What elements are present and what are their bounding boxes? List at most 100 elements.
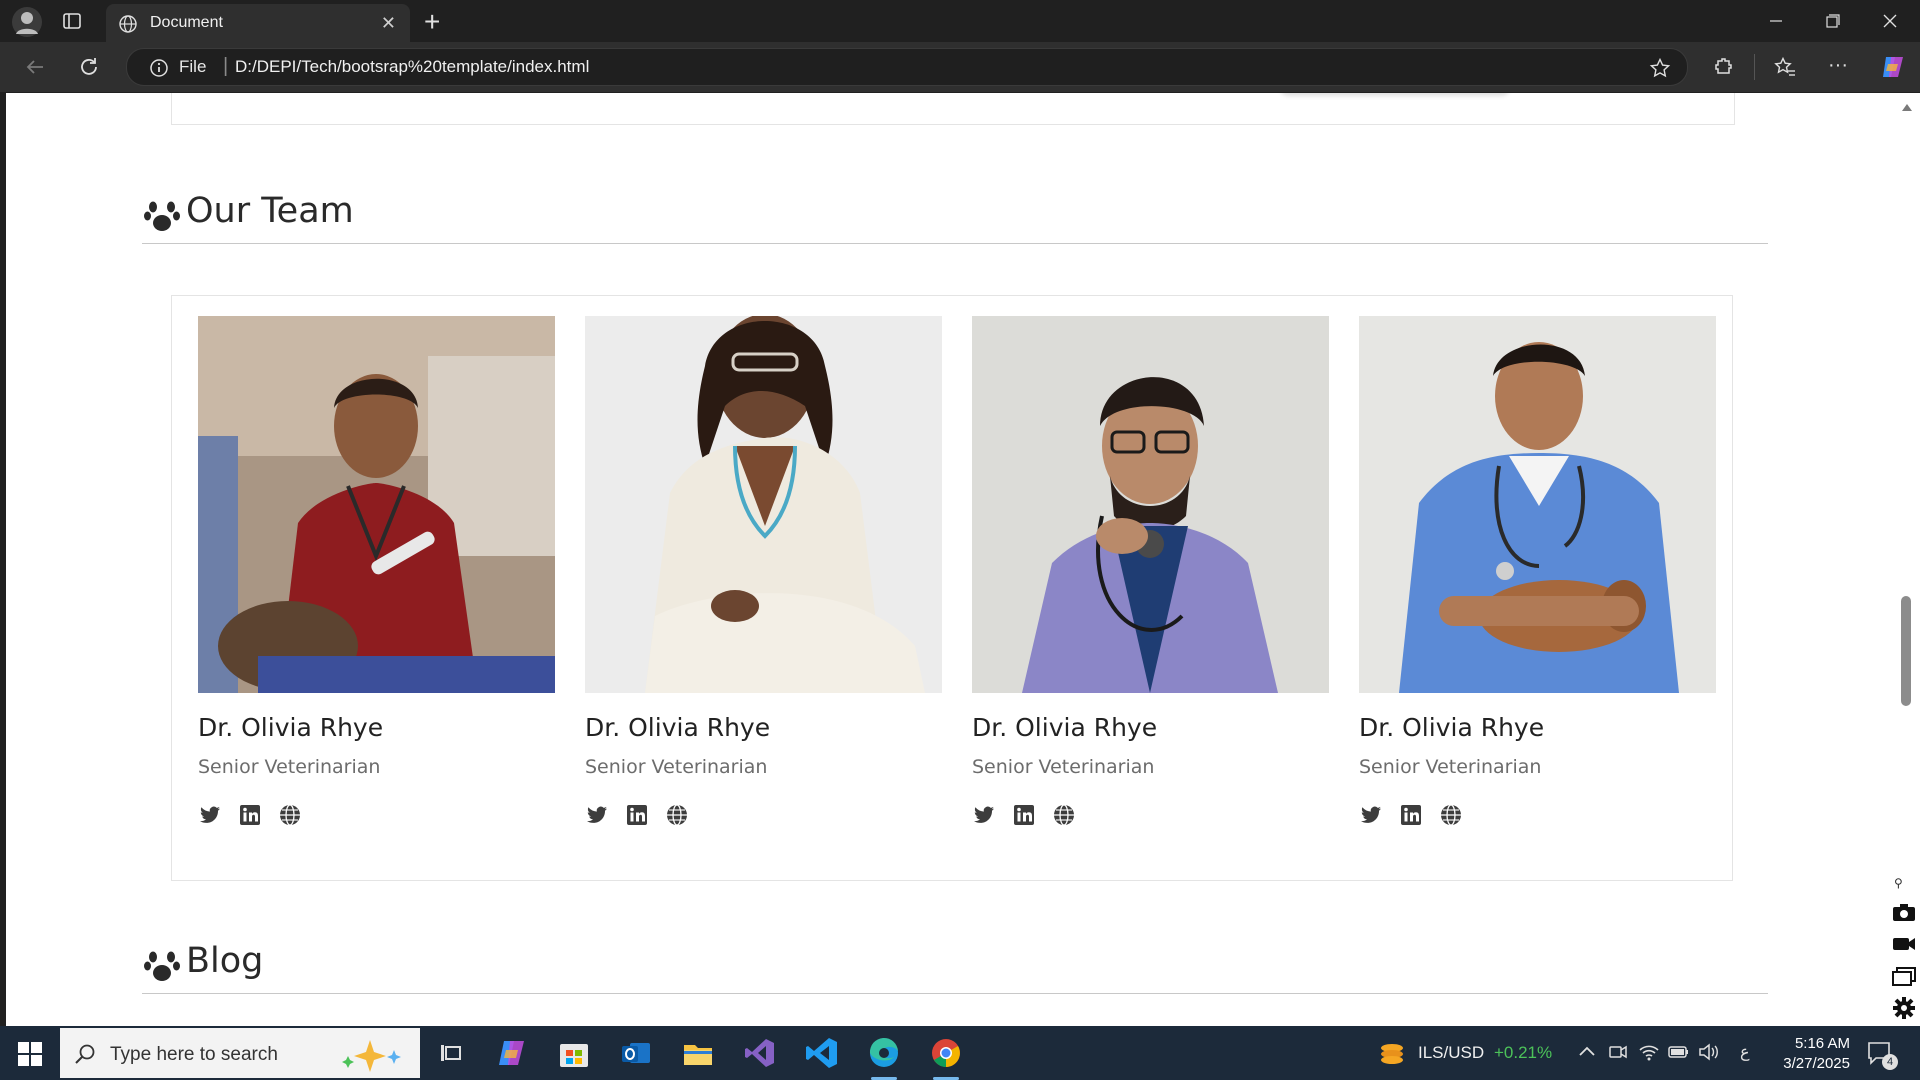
toolbar-divider — [1754, 54, 1755, 80]
input-language-indicator[interactable]: ع — [1740, 1042, 1750, 1062]
pin-icon[interactable]: ⚲ — [1894, 876, 1903, 890]
windows-taskbar: Type here to search ILS/USD +0.21% ع 5:1… — [0, 1026, 1920, 1080]
team-member-card: Dr. Olivia Rhye Senior Veterinarian — [585, 316, 942, 826]
new-tab-button[interactable]: + — [424, 8, 440, 36]
team-section-title: Our Team — [186, 191, 354, 231]
chevron-up-icon[interactable] — [1578, 1044, 1596, 1063]
volume-icon[interactable] — [1698, 1042, 1720, 1067]
url-text[interactable]: D:/DEPI/Tech/bootsrap%20template/index.h… — [235, 57, 589, 77]
tab-actions-icon[interactable] — [62, 11, 82, 31]
social-links — [1359, 803, 1479, 831]
twitter-icon[interactable] — [972, 803, 996, 832]
url-separator: | — [223, 55, 229, 77]
member-name: Dr. Olivia Rhye — [198, 713, 384, 742]
scroll-up-arrow-icon[interactable] — [1901, 99, 1913, 117]
previous-section-card — [171, 93, 1735, 125]
browser-title-bar: Document ✕ + — [0, 0, 1920, 42]
info-icon[interactable] — [149, 58, 169, 83]
scrollbar-thumb[interactable] — [1901, 596, 1911, 706]
team-container: Dr. Olivia Rhye Senior Veterinarian Dr. … — [171, 295, 1733, 881]
twitter-icon[interactable] — [198, 803, 222, 832]
paw-icon — [144, 949, 180, 988]
linkedin-icon[interactable] — [238, 803, 262, 832]
social-links — [972, 803, 1092, 831]
capture-toolbar: ⚲ — [1888, 872, 1920, 1032]
linkedin-icon[interactable] — [1399, 803, 1423, 832]
globe-icon[interactable] — [665, 803, 689, 832]
video-icon[interactable] — [1892, 934, 1916, 959]
taskbar-search-box[interactable]: Type here to search — [60, 1028, 420, 1078]
member-role: Senior Veterinarian — [585, 756, 768, 778]
camera-icon[interactable] — [1892, 902, 1916, 927]
refresh-icon[interactable] — [78, 56, 100, 83]
linkedin-icon[interactable] — [625, 803, 649, 832]
globe-icon[interactable] — [1052, 803, 1076, 832]
globe-icon[interactable] — [1439, 803, 1463, 832]
windows-icon[interactable] — [1892, 966, 1916, 991]
extensions-icon[interactable] — [1712, 56, 1734, 83]
blog-section-title: Blog — [186, 941, 264, 981]
globe-icon — [118, 14, 138, 39]
gear-icon[interactable] — [1892, 996, 1916, 1025]
member-role: Senior Veterinarian — [972, 756, 1155, 778]
twitter-icon[interactable] — [1359, 803, 1383, 832]
windows-start-icon[interactable] — [18, 1042, 42, 1071]
member-role: Senior Veterinarian — [1359, 756, 1542, 778]
member-photo — [972, 316, 1329, 693]
currency-widget-icon[interactable] — [1378, 1040, 1406, 1073]
member-role: Senior Veterinarian — [198, 756, 381, 778]
visual-studio-icon[interactable] — [742, 1035, 778, 1071]
file-explorer-icon[interactable] — [680, 1035, 716, 1071]
notification-count-badge: 4 — [1882, 1054, 1898, 1070]
meet-now-icon[interactable] — [1608, 1042, 1628, 1067]
currency-change: +0.21% — [1494, 1043, 1553, 1062]
favorites-icon[interactable] — [1774, 56, 1796, 83]
twitter-icon[interactable] — [585, 803, 609, 832]
social-links — [198, 803, 318, 831]
close-window-button[interactable] — [1862, 0, 1918, 42]
address-bar[interactable]: File | D:/DEPI/Tech/bootsrap%20template/… — [126, 48, 1688, 86]
member-photo — [1359, 316, 1716, 693]
vscode-icon[interactable] — [804, 1035, 840, 1071]
tab-title: Document — [150, 14, 223, 31]
currency-label: ILS/USD — [1418, 1043, 1485, 1062]
microsoft-store-icon[interactable] — [556, 1035, 592, 1071]
wifi-icon[interactable] — [1638, 1042, 1660, 1067]
clock-date: 3/27/2025 — [1783, 1055, 1850, 1072]
team-member-card: Dr. Olivia Rhye Senior Veterinarian — [1359, 316, 1716, 826]
favorite-star-icon[interactable] — [1649, 57, 1671, 84]
copilot-app-icon[interactable] — [494, 1035, 530, 1071]
more-options-icon[interactable]: ··· — [1828, 54, 1848, 77]
clock-time: 5:16 AM — [1794, 1035, 1850, 1052]
member-photo — [585, 316, 942, 693]
minimize-button[interactable] — [1748, 0, 1804, 42]
social-links — [585, 803, 705, 831]
copilot-icon[interactable] — [1880, 54, 1906, 85]
back-arrow-icon[interactable] — [24, 56, 46, 83]
member-name: Dr. Olivia Rhye — [972, 713, 1158, 742]
system-clock[interactable]: 5:16 AM 3/27/2025 — [1760, 1034, 1850, 1074]
page-viewport: Our Team Dr. Olivia Rhye Senior Veterina… — [6, 93, 1894, 1026]
member-name: Dr. Olivia Rhye — [585, 713, 771, 742]
linkedin-icon[interactable] — [1012, 803, 1036, 832]
search-placeholder: Type here to search — [110, 1044, 278, 1065]
team-member-card: Dr. Olivia Rhye Senior Veterinarian — [972, 316, 1329, 826]
tab-document[interactable]: Document ✕ — [106, 4, 410, 42]
outlook-icon[interactable] — [618, 1035, 654, 1071]
profile-avatar[interactable] — [12, 7, 42, 37]
globe-icon[interactable] — [278, 803, 302, 832]
battery-icon[interactable] — [1668, 1044, 1690, 1065]
browser-toolbar: File | D:/DEPI/Tech/bootsrap%20template/… — [0, 42, 1920, 92]
member-photo — [198, 316, 555, 693]
edge-browser-icon[interactable] — [866, 1035, 902, 1071]
search-icon — [74, 1043, 96, 1070]
close-tab-icon[interactable]: ✕ — [381, 14, 396, 32]
paw-icon — [144, 199, 180, 238]
member-name: Dr. Olivia Rhye — [1359, 713, 1545, 742]
restore-button[interactable] — [1804, 0, 1860, 42]
team-section-heading: Our Team — [142, 187, 1768, 244]
task-view-icon[interactable] — [432, 1035, 468, 1071]
blog-section-heading: Blog — [142, 937, 1768, 994]
chrome-icon[interactable] — [928, 1035, 964, 1071]
url-scheme-label: File — [179, 57, 207, 76]
